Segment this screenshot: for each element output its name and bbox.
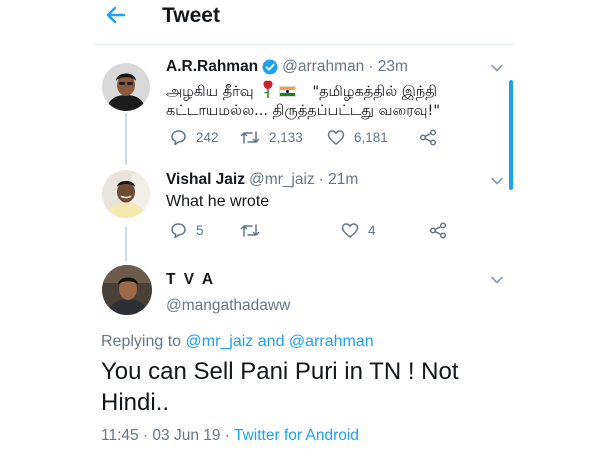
main-tweet-text: You can Sell Pani Puri in TN ! Not Hindi… bbox=[101, 358, 459, 416]
thread-line bbox=[125, 227, 127, 261]
mention-and[interactable]: and bbox=[258, 333, 285, 350]
tweet-author-row: Vishal Jaiz @mr_jaiz · 21m bbox=[166, 171, 358, 189]
timestamp[interactable]: · 21m bbox=[319, 171, 359, 189]
tweet-actions: 242 2,133 6,181 bbox=[170, 129, 446, 146]
tweet-meta: 11:45 · 03 Jun 19 · Twitter for Android bbox=[101, 427, 359, 445]
avatar-mr-jaiz[interactable] bbox=[102, 170, 150, 218]
scrollbar[interactable] bbox=[509, 80, 513, 190]
tweet-text: What he wrote bbox=[166, 193, 270, 210]
heart-icon bbox=[327, 130, 345, 145]
like-count: 6,181 bbox=[354, 130, 388, 145]
retweet-button[interactable]: 2,133 bbox=[240, 129, 327, 146]
like-button[interactable]: 6,181 bbox=[327, 129, 419, 146]
chevron-down-icon[interactable] bbox=[490, 61, 504, 75]
arrow-left-icon[interactable] bbox=[104, 3, 128, 27]
replying-prefix: Replying to bbox=[101, 333, 182, 350]
tweet-source-link[interactable]: Twitter for Android bbox=[234, 427, 359, 444]
replying-to: Replying to @mr_jaiz and @arrahman bbox=[101, 333, 374, 351]
reply-button[interactable]: 242 bbox=[170, 129, 240, 146]
share-button[interactable] bbox=[419, 129, 446, 146]
handle[interactable]: @mangathadaww bbox=[166, 297, 290, 315]
verified-badge-icon bbox=[262, 59, 278, 75]
share-icon bbox=[419, 129, 437, 146]
tweet-author-row: T V A bbox=[166, 271, 219, 289]
mention-link[interactable]: @mr_jaiz bbox=[186, 333, 254, 350]
tweet-text-part: "தமிழகத்தில் இந்தி bbox=[312, 84, 438, 100]
like-count: 4 bbox=[368, 223, 376, 238]
thread-line bbox=[125, 113, 127, 165]
header-divider bbox=[93, 44, 515, 45]
retweet-icon bbox=[240, 131, 260, 144]
tweet-text-part: அழகிய தீர்வு bbox=[166, 84, 254, 100]
display-name[interactable]: T V A bbox=[166, 271, 215, 289]
reply-icon bbox=[171, 223, 186, 239]
handle[interactable]: @arrahman bbox=[282, 58, 364, 76]
chevron-down-icon[interactable] bbox=[490, 174, 504, 188]
heart-icon bbox=[341, 223, 359, 238]
reply-icon bbox=[171, 130, 186, 146]
avatar-mangathadaww[interactable] bbox=[102, 265, 152, 315]
reply-count: 5 bbox=[196, 223, 204, 238]
display-name[interactable]: A.R.Rahman bbox=[166, 58, 258, 76]
page-title: Tweet bbox=[162, 4, 220, 27]
chevron-down-icon[interactable] bbox=[490, 273, 504, 287]
share-icon bbox=[429, 222, 447, 239]
tweet-handle-row: @mangathadaww bbox=[166, 297, 290, 315]
share-button[interactable] bbox=[429, 222, 456, 239]
handle[interactable]: @mr_jaiz bbox=[249, 171, 315, 189]
reply-button[interactable]: 5 bbox=[170, 222, 240, 239]
tweet-author-row: A.R.Rahman @arrahman · 23m bbox=[166, 58, 408, 76]
reply-count: 242 bbox=[196, 130, 219, 145]
tweet-text-line-2: கட்டாயமல்ல... திருத்தப்பட்டது வரைவு!" bbox=[166, 103, 441, 119]
tweet-actions: 5 4 bbox=[170, 222, 456, 239]
avatar-arrahman[interactable] bbox=[102, 63, 150, 111]
mention-link[interactable]: @arrahman bbox=[289, 333, 374, 350]
india-flag-emoji bbox=[278, 86, 296, 97]
like-button[interactable]: 4 bbox=[341, 222, 429, 239]
retweet-icon bbox=[240, 224, 260, 237]
timestamp[interactable]: · 23m bbox=[368, 58, 408, 76]
retweet-button[interactable] bbox=[240, 222, 341, 239]
display-name[interactable]: Vishal Jaiz bbox=[166, 171, 245, 189]
tweet-header: Tweet bbox=[0, 0, 600, 44]
retweet-count: 2,133 bbox=[269, 130, 303, 145]
tweet-timestamp: 11:45 · 03 Jun 19 · bbox=[101, 427, 230, 444]
